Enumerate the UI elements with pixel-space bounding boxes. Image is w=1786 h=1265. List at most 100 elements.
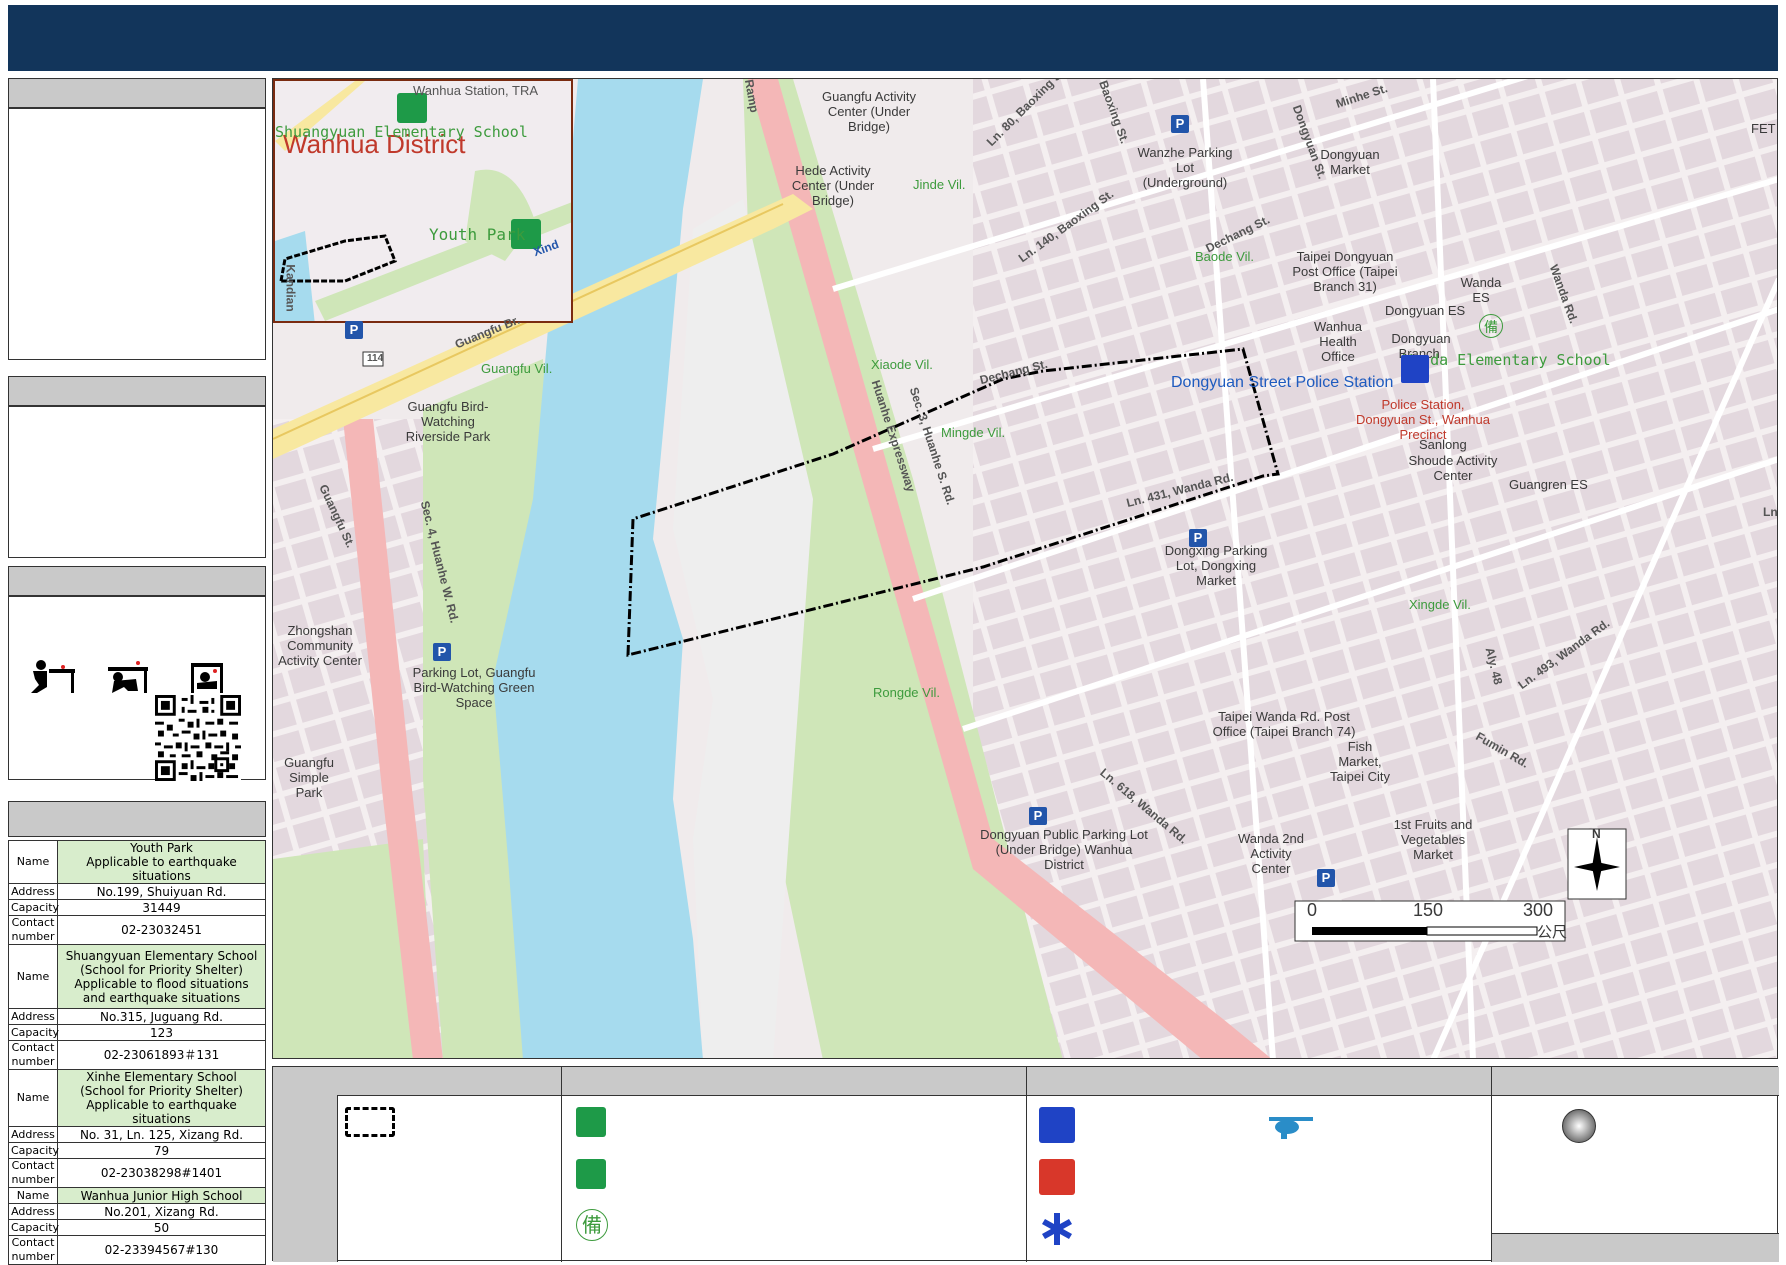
shelter-capacity-value: 50 — [57, 1219, 266, 1236]
road-ln-edge: Ln. — [1763, 505, 1778, 519]
section-header-2 — [8, 376, 266, 406]
legend-col-boundary — [337, 1067, 562, 1262]
reserve-legend-icon: 備 — [576, 1209, 608, 1241]
map[interactable]: Wanhua Station, TRA Wanhua District Shua… — [272, 78, 1778, 1059]
inset-kandian-label: Kandian — [283, 264, 298, 312]
scale-zero: 0 — [1307, 900, 1318, 920]
inset-youth-park-label: Youth Park — [429, 225, 526, 244]
label-fish-market: Fish Market, Taipei City — [1330, 739, 1390, 784]
shelter-row-name: Name Xinhe Elementary School (School for … — [8, 1069, 266, 1127]
legend-footer — [1492, 1233, 1779, 1262]
shelter-row-name: Name Wanhua Junior High School — [8, 1187, 266, 1204]
parking-icon: P — [1189, 529, 1207, 547]
qr-code[interactable] — [155, 695, 241, 781]
shelter-field-label: Address — [8, 1203, 58, 1220]
shelter-capacity-value: 123 — [57, 1024, 266, 1041]
shelter-row-contact: Contact number 02-23032451 — [8, 915, 266, 945]
assembly-point-icon — [1562, 1109, 1596, 1143]
label-dongyuan-public-parking: Dongyuan Public Parking Lot (Under Bridg… — [980, 827, 1148, 872]
inset-overview: Wanhua Station, TRA Wanhua District Shua… — [273, 79, 573, 323]
legend-side-header — [273, 1067, 338, 1262]
label-fruits-market: 1st Fruits and Vegetables Market — [1393, 817, 1473, 862]
helipad-icon — [1269, 1117, 1313, 1139]
label-guangren: Guangren ES — [1509, 477, 1588, 492]
shelter-row-name: Name Youth Park Applicable to earthquake … — [8, 840, 266, 884]
label-xingde: Xingde Vil. — [1409, 597, 1471, 612]
shelter-address-value: No.315, Juguang Rd. — [57, 1008, 266, 1025]
park-shelter-icon — [576, 1159, 606, 1189]
label-health-office: Wanhua Health Office — [1314, 319, 1362, 364]
shelter-address-value: No.199, Shuiyuan Rd. — [57, 883, 266, 900]
label-guangfu-activity: Guangfu Activity Center (Under Bridge) — [822, 89, 916, 134]
label-parking-greenspace: Parking Lot, Guangfu Bird-Watching Green… — [412, 665, 536, 710]
section-header-4 — [8, 801, 266, 837]
label-dongyuan-es: Dongyuan ES — [1385, 303, 1466, 318]
shelter-name-value: Wanhua Junior High School — [57, 1187, 266, 1204]
police-icon — [1401, 355, 1429, 383]
shelter-contact-value: 02-23032451 — [57, 915, 266, 945]
shelter-field-label: Capacity — [8, 1024, 59, 1041]
legend: 備 — [272, 1066, 1779, 1262]
label-birdwatching-park: Guangfu Bird-Watching Riverside Park — [405, 399, 491, 444]
label-baode: Baode Vil. — [1195, 249, 1255, 264]
shelter-row-address: Address No.315, Juguang Rd. — [8, 1008, 266, 1025]
scale-max: 300 — [1523, 900, 1554, 920]
shelter-row-capacity: Capacity 50 — [8, 1219, 266, 1236]
label-police-station-small: Police Station, Dongyuan St., Wanhua Pre… — [1356, 397, 1490, 442]
reserve-icon: 備 — [1479, 314, 1503, 338]
shelter-row-contact: Contact number 02-23061893＃131 — [8, 1040, 266, 1070]
drop-icon — [31, 660, 75, 693]
label-wanda-post: Taipei Wanda Rd. Post Office (Taipei Bra… — [1212, 709, 1356, 739]
shelter-field-label: Capacity — [8, 1219, 59, 1236]
scale-unit: 公尺 — [1537, 924, 1568, 941]
shelter-field-label: Contact number — [8, 1158, 58, 1188]
shelter-row-contact: Contact number 02-23394567#130 — [8, 1235, 266, 1265]
parking-icon: P — [433, 643, 451, 661]
label-wanda-elementary: Wanda Elementary School — [1403, 351, 1611, 369]
label-guangfu-vil: Guangfu Vil. — [481, 361, 553, 376]
shelter-field-label: Address — [8, 1008, 58, 1025]
shelter-field-label: Name — [8, 840, 58, 884]
section-header-1 — [8, 78, 266, 108]
shelter-field-label: Capacity — [8, 899, 59, 916]
shelter-table: Name Youth Park Applicable to earthquake … — [8, 840, 266, 1265]
shelter-field-label: Address — [8, 1126, 58, 1143]
label-hede-activity: Hede Activity Center (Under Bridge) — [791, 163, 875, 208]
label-shoude: Shoude Activity Center — [1408, 453, 1498, 483]
highway-114: 114 — [367, 353, 384, 364]
shelter-contact-value: 02-23061893＃131 — [57, 1040, 266, 1070]
shelter-field-label: Name — [8, 944, 58, 1009]
shelter-name-value: Xinhe Elementary School (School for Prio… — [57, 1069, 266, 1127]
inset-station-label: Wanhua Station, TRA — [413, 83, 539, 98]
label-sanlong: Sanlong — [1419, 437, 1467, 452]
fire-station-icon — [1039, 1159, 1075, 1195]
parking-icon: P — [1171, 115, 1189, 133]
shelter-row-address: Address No. 31, Ln. 125, Xizang Rd. — [8, 1126, 266, 1143]
label-jinde: Jinde Vil. — [913, 177, 966, 192]
parking-icon: P — [1317, 869, 1335, 887]
medical-icon — [1042, 1213, 1072, 1245]
shelter-icon — [576, 1107, 606, 1137]
label-post-office: Taipei Dongyuan Post Office (Taipei Bran… — [1292, 249, 1398, 294]
shelter-address-value: No. 31, Ln. 125, Xizang Rd. — [57, 1126, 266, 1143]
label-rongde: Rongde Vil. — [873, 685, 940, 700]
inset-shuangyuan-label: Shuangyuan Elementary School — [275, 123, 528, 141]
shelter-field-label: Contact number — [8, 1040, 58, 1070]
shelter-row-capacity: Capacity 79 — [8, 1142, 266, 1159]
scale-mid: 150 — [1413, 900, 1444, 920]
earthquake-drill-icons — [31, 660, 223, 693]
label-xiaode: Xiaode Vil. — [871, 357, 933, 372]
shelter-row-name: Name Shuangyuan Elementary School (School… — [8, 944, 266, 1009]
section-box-2 — [8, 406, 266, 558]
shelter-capacity-value: 79 — [57, 1142, 266, 1159]
hold-icon — [191, 663, 223, 693]
shelter-row-contact: Contact number 02-23038298#1401 — [8, 1158, 266, 1188]
boundary-swatch — [345, 1107, 395, 1137]
shelter-field-label: Contact number — [8, 915, 58, 945]
label-wanda2: Wanda 2nd Activity Center — [1237, 831, 1304, 876]
cover-icon — [108, 661, 148, 693]
shelter-field-label: Contact number — [8, 1235, 58, 1265]
section-box-1 — [8, 108, 266, 360]
shelter-field-label: Name — [8, 1187, 58, 1204]
label-guangfu-simple: Guangfu Simple Park — [284, 755, 334, 800]
